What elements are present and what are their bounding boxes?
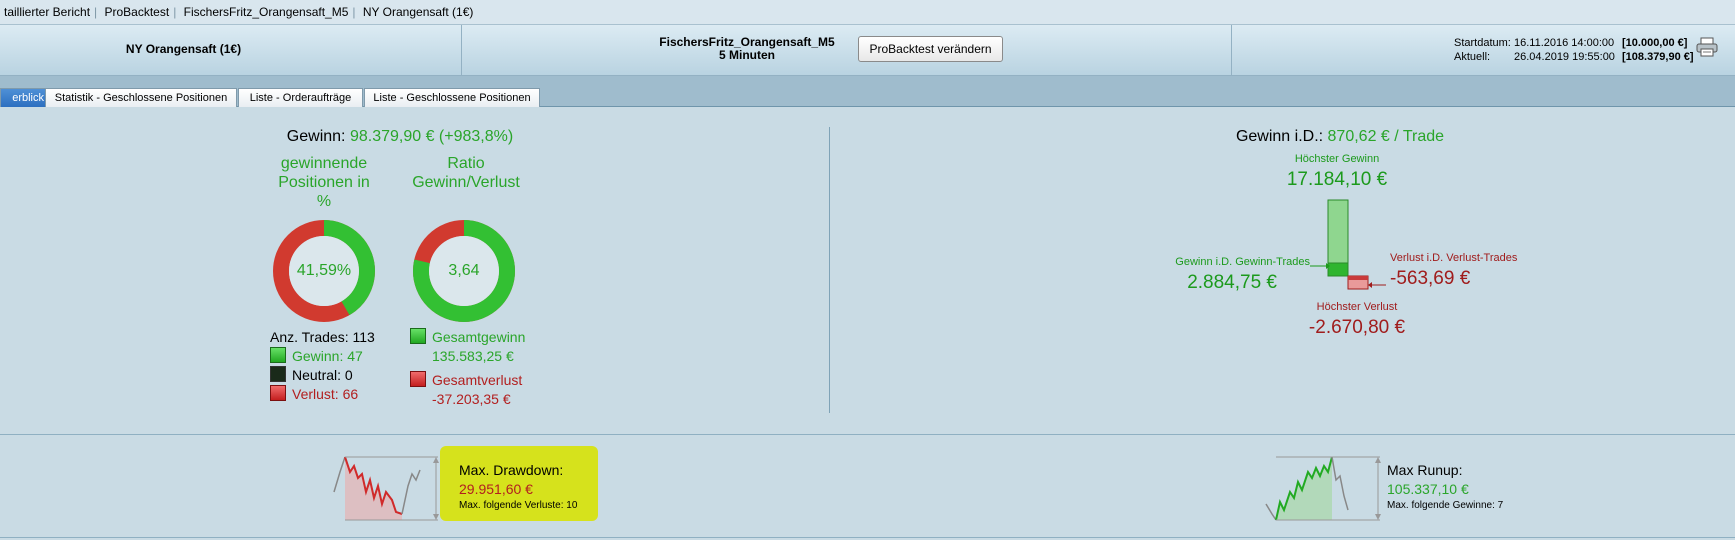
runup-sub: Max. folgende Gewinne: 7 (1387, 500, 1504, 511)
drawdown-sub: Max. folgende Verluste: 10 (459, 500, 578, 511)
winpct-title: gewinnende Positionen in % (278, 155, 370, 210)
tab-overview[interactable]: erblick (0, 88, 48, 107)
breadcrumb-item-probacktest[interactable]: ProBacktest (101, 5, 174, 19)
strategy-timeframe: 5 Minuten (719, 48, 775, 62)
header-separator (461, 25, 462, 75)
instrument-name: NY Orangensaft (1€) (125, 42, 242, 56)
tab-statistics-closed[interactable]: Statistik - Geschlossene Positionen (45, 88, 237, 107)
gain-swatch-icon (410, 328, 426, 344)
total-amounts: Gesamtgewinn 135.583,25 € Gesamtverlust … (410, 328, 525, 409)
legend-neutral: Neutral: 0 (270, 366, 375, 385)
start-capital: [10.000,00 €] (1622, 37, 1688, 49)
current-date: 26.04.2019 19:55:00 (1514, 51, 1615, 63)
current-capital: [108.379,90 €] (1622, 51, 1694, 63)
bottom-border (0, 537, 1735, 538)
avg-win-value: 2.884,75 € (1187, 272, 1277, 293)
section-divider-horizontal (0, 434, 1735, 435)
drawdown-sparkline (330, 452, 445, 522)
drawdown-value: 29.951,60 € (459, 481, 533, 497)
legend-win: Gewinn: 47 (270, 347, 375, 366)
runup-label: Max Runup: (1387, 462, 1463, 478)
max-loss-label: Höchster Verlust (1316, 301, 1398, 313)
gain-value: 98.379,90 € (+983,8%) (349, 128, 514, 145)
avg-gain-value: 870,62 € / Trade (1327, 128, 1445, 145)
tab-closed-positions[interactable]: Liste - Geschlossene Positionen (364, 88, 540, 107)
avg-loss-label: Verlust i.D. Verlust-Trades (1390, 252, 1518, 264)
max-loss-value: -2.670,80 € (1308, 317, 1406, 338)
win-swatch-icon (270, 347, 286, 363)
date-values: 16.11.2016 14:00:00 26.04.2019 19:55:00 (1514, 36, 1615, 64)
max-gain-value: 17.184,10 € (1286, 169, 1388, 190)
header-separator (1231, 25, 1232, 75)
total-gain: Gewinn: 98.379,90 € (+983,8%) (250, 128, 550, 146)
max-gain-label: Höchster Gewinn (1294, 153, 1380, 165)
printer-icon[interactable] (1696, 37, 1718, 57)
trades-count: Anz. Trades: 113 (270, 329, 375, 345)
avg-gain-label: Gewinn i.D.: (1235, 128, 1324, 145)
winpct-value: 41,59% (296, 262, 352, 279)
date-labels: Startdatum: Aktuell: (1454, 36, 1511, 64)
winpct-donut: 41,59% (272, 219, 376, 323)
tab-order-list[interactable]: Liste - Orderaufträge (238, 88, 363, 107)
avg-loss-value: -563,69 € (1390, 268, 1471, 289)
ratio-value: 3,64 (448, 262, 480, 279)
breadcrumb-item-report[interactable]: taillierter Bericht (0, 5, 94, 19)
total-loss-value: -37.203,35 € (432, 391, 511, 407)
loss-swatch-icon (270, 385, 286, 401)
ratio-title: Ratio Gewinn/Verlust (412, 155, 520, 191)
report-header: NY Orangensaft (1€) FischersFritz_Orange… (0, 25, 1735, 76)
legend-total-gain: Gesamtgewinn (410, 328, 525, 347)
ratio-donut: 3,64 (412, 219, 516, 323)
avg-loss-bar (1348, 276, 1368, 280)
runup-value: 105.337,10 € (1387, 481, 1469, 497)
legend-loss: Verlust: 66 (270, 385, 375, 404)
trade-counts: Anz. Trades: 113 Gewinn: 47 Neutral: 0 V… (270, 328, 375, 404)
drawdown-label: Max. Drawdown: (459, 462, 564, 478)
total-gain-value: 135.583,25 € (432, 348, 514, 364)
avg-gain: Gewinn i.D.: 870,62 € / Trade (1180, 128, 1500, 146)
change-backtest-button[interactable]: ProBacktest verändern (858, 36, 1003, 62)
legend-total-loss: Gesamtverlust (410, 371, 525, 390)
neutral-swatch-icon (270, 366, 286, 382)
loss-total-swatch-icon (410, 371, 426, 387)
avg-win-label: Gewinn i.D. Gewinn-Trades (1175, 256, 1310, 268)
runup-sparkline (1262, 452, 1387, 522)
strategy-info: FischersFritz_Orangensaft_M5 5 Minuten (640, 36, 854, 62)
breadcrumb-item-strategy[interactable]: FischersFritz_Orangensaft_M5 (180, 5, 353, 19)
start-label: Startdatum: (1454, 37, 1511, 49)
current-label: Aktuell: (1454, 51, 1491, 63)
section-divider (829, 127, 830, 413)
breadcrumb-item-instrument[interactable]: NY Orangensaft (1€) (359, 5, 478, 19)
breadcrumb: taillierter Bericht | ProBacktest | Fische… (0, 0, 1735, 25)
start-date: 16.11.2016 14:00:00 (1514, 37, 1615, 49)
gain-label: Gewinn: (286, 128, 346, 145)
avg-win-bar (1327, 262, 1349, 277)
capital-values: [10.000,00 €] [108.379,90 €] (1622, 36, 1694, 64)
